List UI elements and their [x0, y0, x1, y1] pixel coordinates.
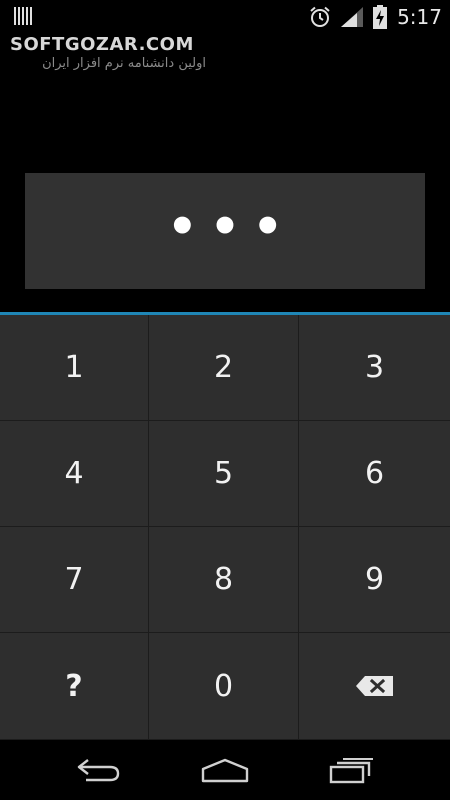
key-help[interactable]: ?: [0, 633, 149, 740]
key-5[interactable]: 5: [149, 421, 299, 527]
key-1[interactable]: 1: [0, 315, 149, 421]
watermark-title: SOFTGOZAR.COM: [10, 34, 194, 55]
recents-icon: [329, 758, 373, 784]
signal-icon: [341, 7, 364, 27]
back-icon: [77, 759, 120, 782]
pin-keypad: 1 2 3 4 5 6 7 8 9 ? 0: [0, 315, 450, 740]
watermark: SOFTGOZAR.COM اولین دانشنامه نرم افزار ا…: [10, 34, 210, 72]
key-3[interactable]: 3: [299, 315, 450, 421]
barcode-icon: [14, 7, 32, 25]
status-bar: 5:17: [0, 0, 450, 33]
navigation-bar: [0, 740, 450, 800]
delete-button[interactable]: [299, 633, 450, 740]
back-button[interactable]: [69, 752, 129, 788]
status-time: 5:17: [397, 5, 442, 29]
status-icons: 5:17: [309, 4, 442, 30]
key-2[interactable]: 2: [149, 315, 299, 421]
key-8[interactable]: 8: [149, 527, 299, 633]
pin-entry-field[interactable]: •••: [25, 173, 425, 289]
home-button[interactable]: [195, 752, 255, 788]
backspace-icon: [355, 676, 393, 696]
key-4[interactable]: 4: [0, 421, 149, 527]
alarm-icon: [310, 6, 330, 27]
watermark-subtitle: اولین دانشنامه نرم افزار ایران: [42, 56, 206, 71]
battery-charging-icon: [373, 5, 388, 29]
home-icon: [201, 758, 249, 783]
pin-masked-value: •••: [166, 199, 296, 255]
key-0[interactable]: 0: [149, 633, 299, 740]
key-6[interactable]: 6: [299, 421, 450, 527]
key-9[interactable]: 9: [299, 527, 450, 633]
key-7[interactable]: 7: [0, 527, 149, 633]
recents-button[interactable]: [321, 752, 381, 788]
